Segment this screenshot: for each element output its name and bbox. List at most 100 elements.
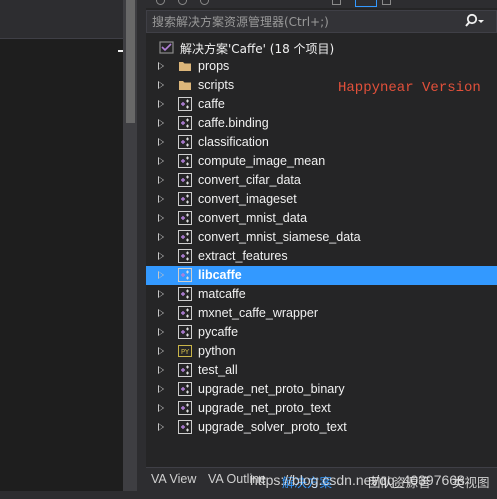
- search-box[interactable]: [146, 10, 497, 33]
- solution-label: 解决方案'Caffe' (18 个项目): [180, 42, 335, 56]
- editor-scrollbar-thumb[interactable]: [126, 0, 135, 123]
- expand-arrow-icon[interactable]: [158, 309, 164, 317]
- cpp-project-icon: [178, 420, 192, 434]
- solution-explorer-toolbar: [146, 0, 497, 8]
- cpp-project-icon: [178, 211, 192, 225]
- tree-item-label: libcaffe: [198, 268, 242, 282]
- tree-item-label: test_all: [198, 363, 238, 377]
- tree-item-props[interactable]: props: [146, 57, 497, 76]
- tree-item-label: compute_image_mean: [198, 154, 326, 168]
- tree-item-label: python: [198, 344, 236, 358]
- back-icon[interactable]: [156, 0, 165, 5]
- solution-icon: [159, 41, 174, 54]
- code-editor-pane: [0, 0, 123, 499]
- pane-splitter[interactable]: [137, 0, 146, 499]
- expand-arrow-icon[interactable]: [158, 271, 164, 279]
- expand-arrow-icon[interactable]: [158, 81, 164, 89]
- tree-item-libcaffe[interactable]: libcaffe: [146, 266, 497, 285]
- tree-item-mxnet-caffe-wrapper[interactable]: mxnet_caffe_wrapper: [146, 304, 497, 323]
- search-icon[interactable]: [465, 13, 485, 31]
- cpp-project-icon: [178, 401, 192, 415]
- tab-va-view[interactable]: VA View: [151, 472, 196, 486]
- tree-item-extract-features[interactable]: extract_features: [146, 247, 497, 266]
- tree-item-label: pycaffe: [198, 325, 239, 339]
- python-project-icon: PY: [178, 345, 192, 357]
- cpp-project-icon: [178, 135, 192, 149]
- expand-arrow-icon[interactable]: [158, 233, 164, 241]
- sync-icon[interactable]: [332, 0, 341, 5]
- expand-arrow-icon[interactable]: [158, 347, 164, 355]
- tree-item-label: matcaffe: [198, 287, 246, 301]
- folder-icon: [179, 81, 191, 90]
- tree-item-caffe[interactable]: caffe: [146, 95, 497, 114]
- expand-arrow-icon[interactable]: [158, 214, 164, 222]
- tree-item-label: convert_imageset: [198, 192, 297, 206]
- folder-icon: [179, 62, 191, 71]
- tree-item-label: props: [198, 59, 230, 73]
- tree-item-compute-image-mean[interactable]: compute_image_mean: [146, 152, 497, 171]
- tree-item-upgrade-net-proto-binary[interactable]: upgrade_net_proto_binary: [146, 380, 497, 399]
- cpp-project-icon: [178, 97, 192, 111]
- expand-arrow-icon[interactable]: [158, 119, 164, 127]
- tree-item-upgrade-solver-proto-text[interactable]: upgrade_solver_proto_text: [146, 418, 497, 437]
- expand-arrow-icon[interactable]: [158, 138, 164, 146]
- solution-explorer: 解决方案'Caffe' (18 个项目) props scripts caffe ca…: [146, 0, 497, 499]
- cpp-project-icon: [178, 325, 192, 339]
- tree-item-python[interactable]: PY python: [146, 342, 497, 361]
- chevron-down-icon: [478, 20, 484, 23]
- tree-item-label: upgrade_solver_proto_text: [198, 420, 347, 434]
- tree-item-matcaffe[interactable]: matcaffe: [146, 285, 497, 304]
- tree-item-upgrade-net-proto-text[interactable]: upgrade_net_proto_text: [146, 399, 497, 418]
- tree-item-convert-cifar-data[interactable]: convert_cifar_data: [146, 171, 497, 190]
- status-strip: [0, 491, 497, 499]
- search-input[interactable]: [152, 11, 452, 32]
- expand-arrow-icon[interactable]: [158, 100, 164, 108]
- tree-item-label: caffe: [198, 97, 225, 111]
- expand-arrow-icon[interactable]: [158, 423, 164, 431]
- tree-item-label: mxnet_caffe_wrapper: [198, 306, 318, 320]
- tree-item-convert-mnist-siamese-data[interactable]: convert_mnist_siamese_data: [146, 228, 497, 247]
- tree-item-classification[interactable]: classification: [146, 133, 497, 152]
- tree-item-label: convert_mnist_siamese_data: [198, 230, 361, 244]
- show-all-files-icon[interactable]: [355, 0, 377, 7]
- forward-icon[interactable]: [178, 0, 187, 5]
- tree-item-convert-mnist-data[interactable]: convert_mnist_data: [146, 209, 497, 228]
- cpp-project-icon: [178, 382, 192, 396]
- tree-item-pycaffe[interactable]: pycaffe: [146, 323, 497, 342]
- tree-item-label: convert_mnist_data: [198, 211, 308, 225]
- tree-item-label: classification: [198, 135, 269, 149]
- expand-arrow-icon[interactable]: [158, 195, 164, 203]
- expand-arrow-icon[interactable]: [158, 328, 164, 336]
- cpp-project-icon: [178, 249, 192, 263]
- expand-arrow-icon[interactable]: [158, 157, 164, 165]
- cpp-project-icon: [178, 230, 192, 244]
- expand-arrow-icon[interactable]: [158, 252, 164, 260]
- expand-arrow-icon[interactable]: [158, 62, 164, 70]
- expand-arrow-icon[interactable]: [158, 385, 164, 393]
- version-watermark: Happynear Version: [338, 80, 481, 96]
- tree-item-label: convert_cifar_data: [198, 173, 301, 187]
- svg-text:PY: PY: [181, 348, 190, 356]
- properties-icon[interactable]: [382, 0, 391, 5]
- cpp-project-icon: [178, 287, 192, 301]
- tree-item-label: upgrade_net_proto_text: [198, 401, 331, 415]
- tree-item-label: caffe.binding: [198, 116, 269, 130]
- tree-item-test-all[interactable]: test_all: [146, 361, 497, 380]
- expand-arrow-icon[interactable]: [158, 176, 164, 184]
- cpp-project-icon: [178, 306, 192, 320]
- cpp-project-icon: [178, 173, 192, 187]
- tree-item-label: extract_features: [198, 249, 288, 263]
- tree-item-label: scripts: [198, 78, 235, 92]
- cpp-project-icon: [178, 116, 192, 130]
- home-icon[interactable]: [200, 0, 209, 5]
- solution-root[interactable]: 解决方案'Caffe' (18 个项目): [146, 38, 497, 57]
- expand-arrow-icon[interactable]: [158, 290, 164, 298]
- tree-item-convert-imageset[interactable]: convert_imageset: [146, 190, 497, 209]
- expand-arrow-icon[interactable]: [158, 404, 164, 412]
- editor-tab-strip: [0, 0, 123, 39]
- tree-item-caffe-binding[interactable]: caffe.binding: [146, 114, 497, 133]
- url-watermark: https://blog.csdn.net/qq_40397668: [250, 472, 465, 488]
- tree-item-label: upgrade_net_proto_binary: [198, 382, 345, 396]
- expand-arrow-icon[interactable]: [158, 366, 164, 374]
- cpp-project-icon: [178, 363, 192, 377]
